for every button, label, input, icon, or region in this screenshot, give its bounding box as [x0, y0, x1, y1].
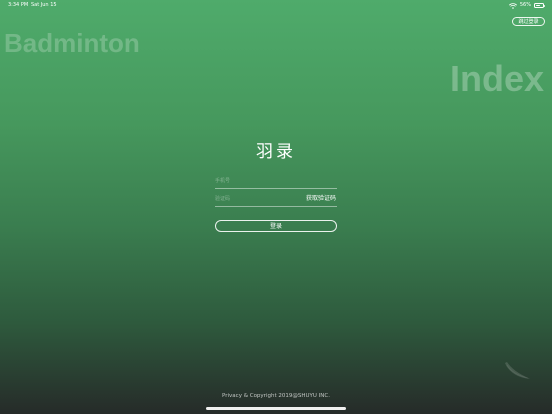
- phone-field: [215, 174, 337, 189]
- feather-decoration-icon: [503, 361, 531, 381]
- phone-input[interactable]: [215, 174, 300, 188]
- app-title: 羽录: [256, 142, 296, 162]
- code-field: 获取验证码: [215, 192, 337, 207]
- battery-icon: [534, 3, 545, 8]
- login-screen: 3:34 PM Sat Jun 15 56% 跳过登录 Badminton In…: [0, 0, 552, 414]
- skip-login-button[interactable]: 跳过登录: [512, 17, 545, 26]
- status-indicators: 56%: [508, 0, 545, 11]
- verification-code-input[interactable]: [215, 192, 300, 206]
- background-word-index: Index: [449, 58, 544, 99]
- home-indicator[interactable]: [206, 407, 346, 410]
- battery-percent: 56%: [519, 2, 531, 8]
- footer-copyright: Privacy & Copyright 2019@SHUYU INC.: [222, 393, 330, 399]
- status-date: Sat Jun 15: [31, 2, 57, 8]
- battery-tip: [544, 5, 545, 8]
- battery-fill: [535, 4, 540, 7]
- wifi-icon: [508, 2, 517, 9]
- login-button[interactable]: 登录: [215, 220, 337, 232]
- status-time: 3:34 PM: [8, 2, 29, 8]
- background-word-badminton: Badminton: [4, 28, 140, 58]
- status-bar: 3:34 PM Sat Jun 15 56%: [0, 0, 552, 11]
- get-code-button[interactable]: 获取验证码: [306, 195, 336, 203]
